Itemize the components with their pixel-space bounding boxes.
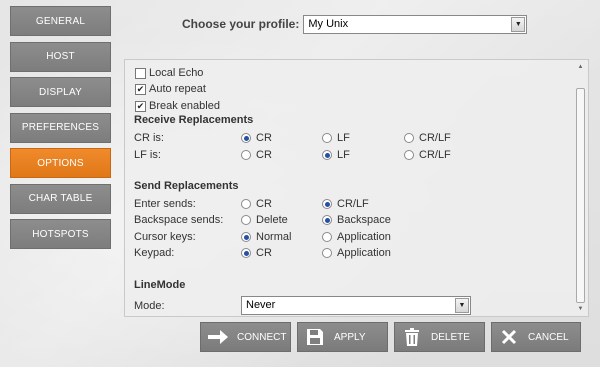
radio-button[interactable] — [241, 133, 251, 143]
sidebar-item-host[interactable]: HOST — [10, 41, 111, 72]
radio-label: CR — [256, 247, 272, 259]
sidebar-item-hotspots[interactable]: HOTSPOTS — [10, 219, 111, 249]
action-bar: CONNECT APPLY DELETE CANCEL — [200, 322, 581, 352]
lf-is-lf-radio[interactable]: LF — [322, 149, 350, 161]
radio-label: CR/LF — [337, 198, 369, 210]
keypad-cr-radio[interactable]: CR — [241, 247, 272, 259]
connect-button[interactable]: CONNECT — [200, 322, 291, 352]
radio-label: Delete — [256, 214, 288, 226]
linemode-title: LineMode — [134, 279, 186, 291]
sidebar-item-general[interactable]: GENERAL — [10, 6, 111, 36]
radio-label: CR — [256, 149, 272, 161]
mode-label: Mode: — [134, 300, 165, 312]
enter-sends-crlf-radio[interactable]: CR/LF — [322, 198, 369, 210]
auto-repeat-checkbox[interactable]: ✔ Auto repeat — [135, 82, 206, 96]
radio-label: CR — [256, 198, 272, 210]
receive-replacements-title: Receive Replacements — [134, 114, 254, 126]
lf-is-label: LF is: — [134, 149, 161, 161]
cr-is-label: CR is: — [134, 132, 164, 144]
lf-is-crlf-radio[interactable]: CR/LF — [404, 149, 451, 161]
backspace-sends-backspace-radio[interactable]: Backspace — [322, 214, 391, 226]
radio-label: LF — [337, 149, 350, 161]
scrollbar-thumb[interactable] — [576, 88, 585, 303]
apply-button[interactable]: APPLY — [297, 322, 388, 352]
radio-label: Backspace — [337, 214, 391, 226]
radio-button[interactable] — [322, 232, 332, 242]
radio-label: Application — [337, 231, 391, 243]
checkbox-label: Break enabled — [149, 100, 220, 112]
local-echo-checkbox[interactable]: Local Echo — [135, 66, 203, 80]
radio-button[interactable] — [322, 248, 332, 258]
trash-icon — [401, 326, 423, 348]
radio-button[interactable] — [322, 199, 332, 209]
radio-label: LF — [337, 132, 350, 144]
radio-label: CR/LF — [419, 132, 451, 144]
delete-button[interactable]: DELETE — [394, 322, 485, 352]
profile-row: Choose your profile: My Unix ▼ — [182, 13, 528, 35]
checkbox-label: Auto repeat — [149, 83, 206, 95]
backspace-sends-delete-radio[interactable]: Delete — [241, 214, 288, 226]
profile-label: Choose your profile: — [182, 17, 300, 31]
radio-button[interactable] — [322, 133, 332, 143]
keypad-label: Keypad: — [134, 247, 175, 259]
enter-sends-label: Enter sends: — [134, 198, 196, 210]
apply-label: APPLY — [334, 331, 366, 343]
sidebar-item-options[interactable]: OPTIONS — [10, 148, 111, 178]
radio-label: Application — [337, 247, 391, 259]
profile-select[interactable]: My Unix ▼ — [303, 14, 528, 34]
delete-label: DELETE — [431, 331, 470, 343]
radio-label: CR/LF — [419, 149, 451, 161]
radio-button[interactable] — [322, 150, 332, 160]
connect-label: CONNECT — [237, 331, 287, 343]
cancel-label: CANCEL — [528, 331, 569, 343]
cr-is-cr-radio[interactable]: CR — [241, 132, 272, 144]
radio-button[interactable] — [241, 248, 251, 258]
arrow-right-icon — [207, 326, 229, 348]
radio-button[interactable] — [404, 133, 414, 143]
scroll-down-icon[interactable]: ▼ — [575, 304, 586, 314]
options-panel: Local Echo ✔ Auto repeat ✔ Break enabled… — [124, 59, 589, 317]
radio-button[interactable] — [241, 199, 251, 209]
radio-label: CR — [256, 132, 272, 144]
sidebar-item-preferences[interactable]: PREFERENCES — [10, 112, 111, 143]
sidebar-item-char-table[interactable]: CHAR TABLE — [10, 183, 111, 214]
sidebar-item-display[interactable]: DISPLAY — [10, 77, 111, 107]
checkbox-box[interactable] — [135, 67, 146, 79]
radio-button[interactable] — [404, 150, 414, 160]
break-enabled-checkbox[interactable]: ✔ Break enabled — [135, 99, 220, 113]
cr-is-crlf-radio[interactable]: CR/LF — [404, 132, 451, 144]
keypad-application-radio[interactable]: Application — [322, 247, 391, 259]
save-icon — [304, 326, 326, 348]
send-replacements-title: Send Replacements — [134, 180, 239, 192]
checkbox-box[interactable]: ✔ — [135, 100, 146, 112]
radio-button[interactable] — [241, 232, 251, 242]
enter-sends-cr-radio[interactable]: CR — [241, 198, 272, 210]
checkbox-box[interactable]: ✔ — [135, 83, 146, 95]
radio-button[interactable] — [241, 150, 251, 160]
cursor-keys-application-radio[interactable]: Application — [322, 231, 391, 243]
vertical-scrollbar[interactable]: ▲ ▼ — [575, 62, 586, 314]
close-icon — [498, 326, 520, 348]
backspace-sends-label: Backspace sends: — [134, 214, 224, 226]
cancel-button[interactable]: CANCEL — [491, 322, 581, 352]
sidebar-nav: GENERAL HOST DISPLAY PREFERENCES OPTIONS… — [10, 6, 111, 255]
checkbox-label: Local Echo — [149, 67, 204, 79]
cr-is-lf-radio[interactable]: LF — [322, 132, 350, 144]
radio-button[interactable] — [241, 215, 251, 225]
profile-select-value: My Unix — [308, 17, 349, 30]
chevron-down-icon[interactable]: ▼ — [511, 16, 526, 32]
mode-select-value: Never — [246, 299, 276, 311]
lf-is-cr-radio[interactable]: CR — [241, 149, 272, 161]
radio-button[interactable] — [322, 215, 332, 225]
scroll-up-icon[interactable]: ▲ — [575, 62, 586, 72]
cursor-keys-normal-radio[interactable]: Normal — [241, 231, 291, 243]
cursor-keys-label: Cursor keys: — [134, 231, 196, 243]
mode-select[interactable]: Never ▼ — [241, 296, 471, 315]
chevron-down-icon[interactable]: ▼ — [455, 298, 469, 313]
radio-label: Normal — [256, 231, 292, 243]
